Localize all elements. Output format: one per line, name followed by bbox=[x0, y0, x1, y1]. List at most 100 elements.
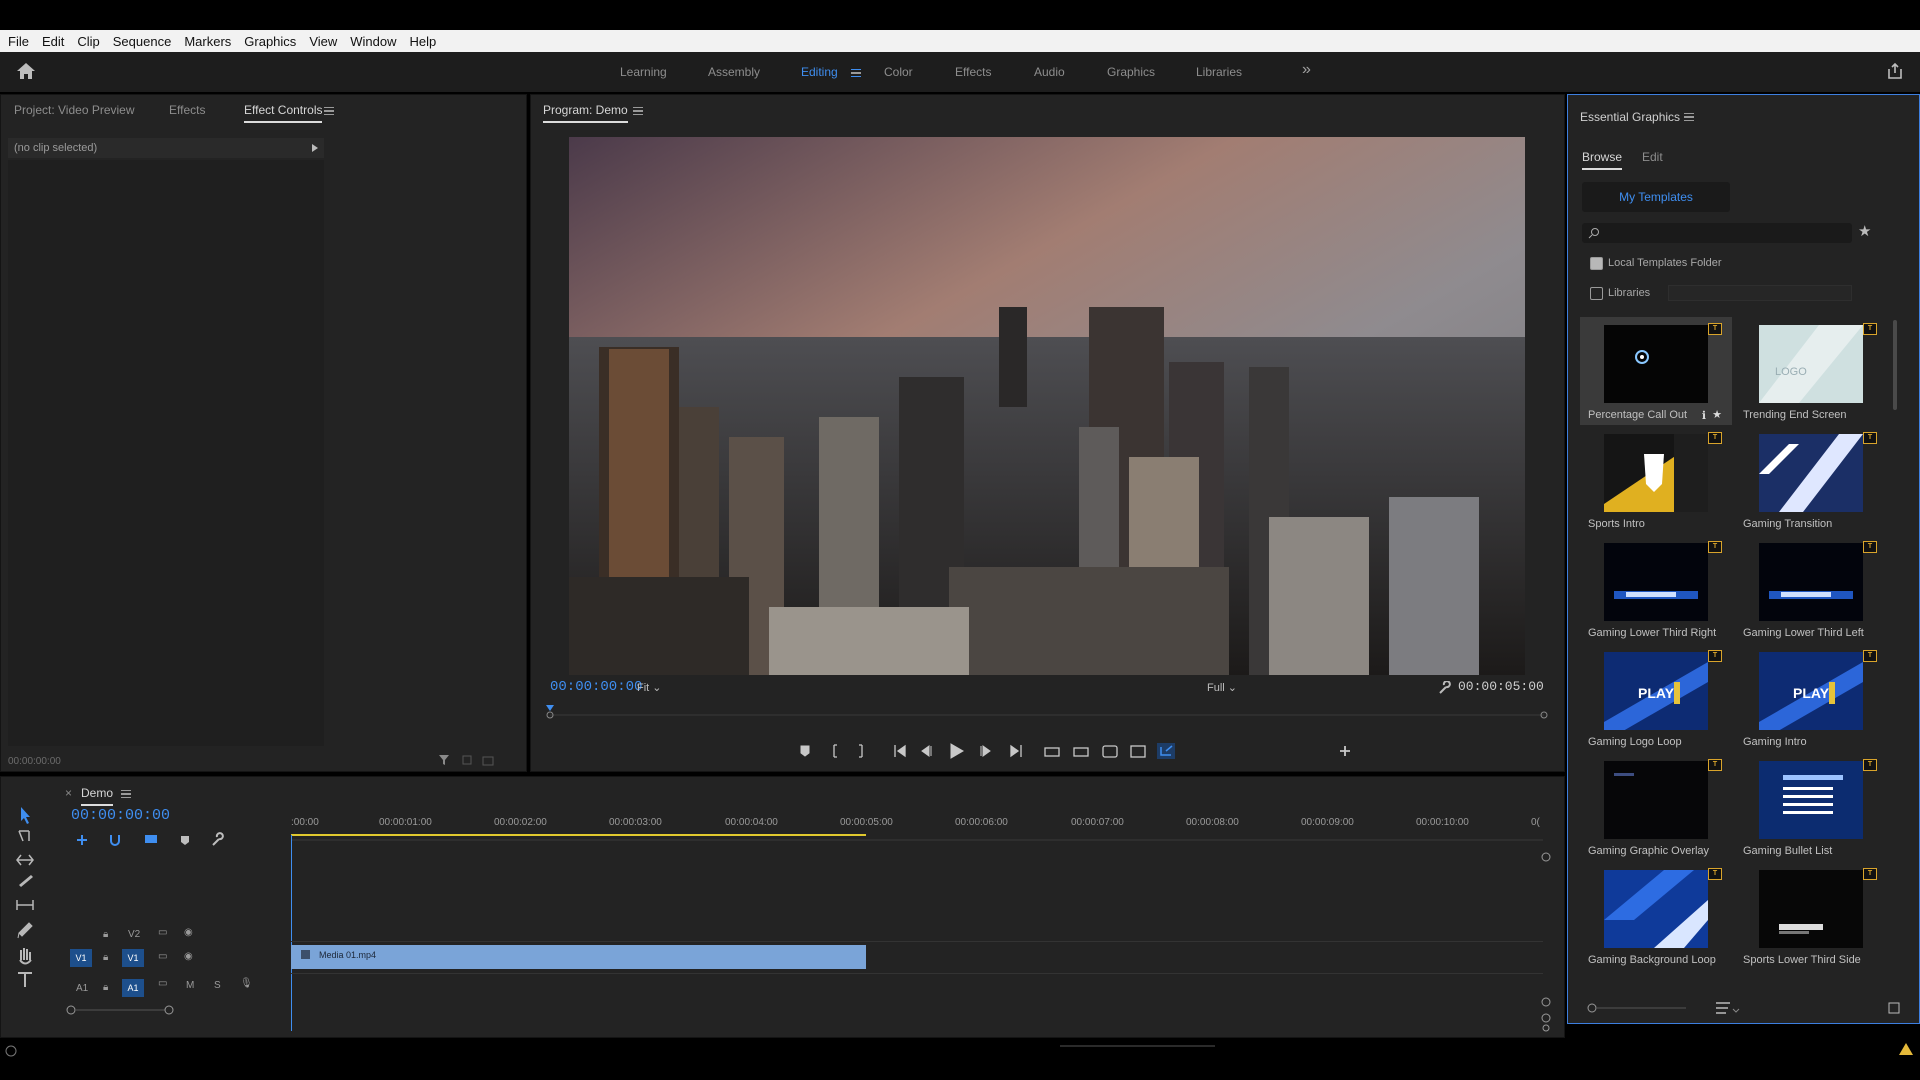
template-scrollbar[interactable] bbox=[1893, 320, 1897, 410]
eye-icon[interactable]: ◉ bbox=[184, 927, 193, 938]
close-sequence-icon[interactable]: × bbox=[65, 786, 72, 800]
workspace-effects[interactable]: Effects bbox=[955, 65, 991, 79]
timeline-menu-icon[interactable] bbox=[121, 790, 131, 798]
solo-button[interactable]: S bbox=[214, 980, 221, 991]
eg-menu-icon[interactable] bbox=[1684, 113, 1694, 121]
track-v2-label[interactable]: V2 bbox=[128, 929, 140, 940]
expand-arrow-icon[interactable] bbox=[312, 144, 318, 152]
svg-text:LOGO: LOGO bbox=[1775, 366, 1807, 378]
work-area-bar[interactable] bbox=[291, 832, 1543, 842]
info-icon[interactable]: ℹ bbox=[1702, 409, 1706, 422]
timeline-options[interactable] bbox=[73, 832, 233, 848]
template-card[interactable]: T Sports Lower Third Side bbox=[1735, 862, 1887, 970]
template-name: Gaming Lower Third Left bbox=[1743, 627, 1864, 639]
workspace-audio[interactable]: Audio bbox=[1034, 65, 1065, 79]
video-frame[interactable] bbox=[569, 137, 1525, 675]
tab-effect-controls[interactable]: Effect Controls bbox=[244, 103, 323, 123]
program-menu-icon[interactable] bbox=[633, 107, 643, 115]
track-v1-label[interactable]: V1 bbox=[122, 949, 144, 967]
template-card[interactable]: PLAY T Gaming Logo Loop bbox=[1580, 644, 1732, 752]
template-card[interactable]: LOGO T Trending End Screen bbox=[1735, 317, 1887, 425]
resolution-select[interactable]: Full ⌄ bbox=[1207, 681, 1237, 694]
library-select[interactable] bbox=[1668, 285, 1852, 301]
mute-button[interactable]: M bbox=[186, 980, 194, 991]
template-card[interactable]: T Percentage Call Out ℹ ★ bbox=[1580, 317, 1732, 425]
eye-icon[interactable]: ◉ bbox=[184, 951, 193, 962]
template-card[interactable]: T Gaming Transition bbox=[1735, 426, 1887, 534]
sync-lock-icon[interactable]: ▭ bbox=[158, 951, 167, 962]
razor-tool-icon bbox=[19, 875, 33, 887]
template-card[interactable]: T Gaming Lower Third Left bbox=[1735, 535, 1887, 643]
timeline-playhead[interactable] bbox=[291, 835, 292, 1031]
tab-effects[interactable]: Effects bbox=[169, 103, 205, 117]
lock-icon[interactable]: 🔒︎ bbox=[103, 929, 108, 940]
program-scrub-bar[interactable] bbox=[546, 705, 1548, 719]
track-zoom-scrollbar[interactable] bbox=[65, 1003, 175, 1017]
clip-header: (no clip selected) bbox=[8, 138, 324, 158]
sequence-tab[interactable]: Demo bbox=[81, 786, 114, 806]
my-templates-button[interactable]: My Templates bbox=[1582, 182, 1730, 212]
favorite-star-icon[interactable]: ★ bbox=[1712, 408, 1722, 421]
tab-edit[interactable]: Edit bbox=[1642, 150, 1663, 164]
panel-menu-icon[interactable] bbox=[324, 107, 334, 115]
eg-footer[interactable] bbox=[1586, 1000, 1906, 1016]
panel-footer-icons[interactable] bbox=[437, 753, 497, 767]
local-templates-checkbox[interactable] bbox=[1590, 257, 1603, 270]
menu-file[interactable]: File bbox=[8, 34, 29, 49]
timeline-ruler[interactable]: :00:00 00:00:01:00 00:00:02:00 00:00:03:… bbox=[291, 817, 1543, 851]
share-icon[interactable] bbox=[1886, 62, 1906, 82]
program-title[interactable]: Program: Demo bbox=[543, 103, 628, 123]
menu-sequence[interactable]: Sequence bbox=[113, 34, 172, 49]
sync-lock-icon[interactable]: ▭ bbox=[158, 927, 167, 938]
track-a1-label[interactable]: A1 bbox=[122, 979, 144, 997]
workspace-learning[interactable]: Learning bbox=[620, 65, 667, 79]
menu-markers[interactable]: Markers bbox=[184, 34, 231, 49]
warning-icon[interactable] bbox=[1898, 1042, 1914, 1056]
sort-icon bbox=[1716, 1002, 1730, 1014]
template-card[interactable]: T Gaming Bullet List bbox=[1735, 753, 1887, 861]
mogrt-badge-icon: T bbox=[1708, 323, 1722, 335]
workspace-color[interactable]: Color bbox=[884, 65, 913, 79]
transport-controls[interactable] bbox=[531, 740, 1566, 762]
menu-window[interactable]: Window bbox=[350, 34, 396, 49]
video-clip[interactable]: Media 01.mp4 bbox=[291, 945, 866, 969]
tools-panel[interactable] bbox=[11, 805, 41, 1031]
essential-graphics-title[interactable]: Essential Graphics bbox=[1580, 110, 1680, 124]
template-card[interactable]: PLAY T Gaming Intro bbox=[1735, 644, 1887, 752]
timeline-timecode[interactable]: 00:00:00:00 bbox=[71, 807, 170, 824]
more-workspaces-icon[interactable]: » bbox=[1302, 61, 1311, 79]
workspace-assembly[interactable]: Assembly bbox=[708, 65, 760, 79]
lift-icon bbox=[1044, 747, 1060, 757]
ruler-label: 00:00:06:00 bbox=[955, 817, 1008, 828]
libraries-checkbox[interactable] bbox=[1590, 287, 1603, 300]
vertical-scrollbar[interactable] bbox=[1539, 852, 1553, 1032]
template-card[interactable]: T Sports Intro bbox=[1580, 426, 1732, 534]
workspace-menu-icon[interactable] bbox=[851, 69, 861, 77]
tab-project[interactable]: Project: Video Preview bbox=[14, 103, 135, 117]
lock-icon[interactable]: 🔒︎ bbox=[103, 982, 108, 993]
menu-graphics[interactable]: Graphics bbox=[244, 34, 296, 49]
menu-help[interactable]: Help bbox=[410, 34, 437, 49]
zoom-fit-select[interactable]: Fit ⌄ bbox=[637, 681, 662, 694]
template-search-input[interactable] bbox=[1582, 223, 1852, 243]
v1-source-patch[interactable]: V1 bbox=[70, 949, 92, 967]
lock-icon[interactable]: 🔒︎ bbox=[103, 952, 108, 963]
menu-edit[interactable]: Edit bbox=[42, 34, 64, 49]
menu-view[interactable]: View bbox=[309, 34, 337, 49]
menu-clip[interactable]: Clip bbox=[77, 34, 99, 49]
workspace-editing[interactable]: Editing bbox=[801, 65, 838, 79]
template-card[interactable]: T Gaming Background Loop bbox=[1580, 862, 1732, 970]
sync-lock-icon[interactable]: ▭ bbox=[158, 978, 167, 989]
template-card[interactable]: T Gaming Lower Third Right bbox=[1580, 535, 1732, 643]
home-icon[interactable] bbox=[16, 62, 40, 82]
playhead-timecode[interactable]: 00:00:00:00 bbox=[550, 679, 642, 695]
workspace-libraries[interactable]: Libraries bbox=[1196, 65, 1242, 79]
workspace-graphics[interactable]: Graphics bbox=[1107, 65, 1155, 79]
template-card[interactable]: T Gaming Graphic Overlay bbox=[1580, 753, 1732, 861]
status-icon[interactable] bbox=[4, 1044, 18, 1058]
tab-browse[interactable]: Browse bbox=[1582, 150, 1623, 170]
a1-source-patch[interactable]: A1 bbox=[76, 983, 88, 994]
wrench-icon[interactable] bbox=[1437, 681, 1451, 695]
voiceover-mic-icon[interactable]: 🎙︎ bbox=[240, 978, 253, 989]
favorites-star-icon[interactable]: ★ bbox=[1858, 222, 1871, 240]
